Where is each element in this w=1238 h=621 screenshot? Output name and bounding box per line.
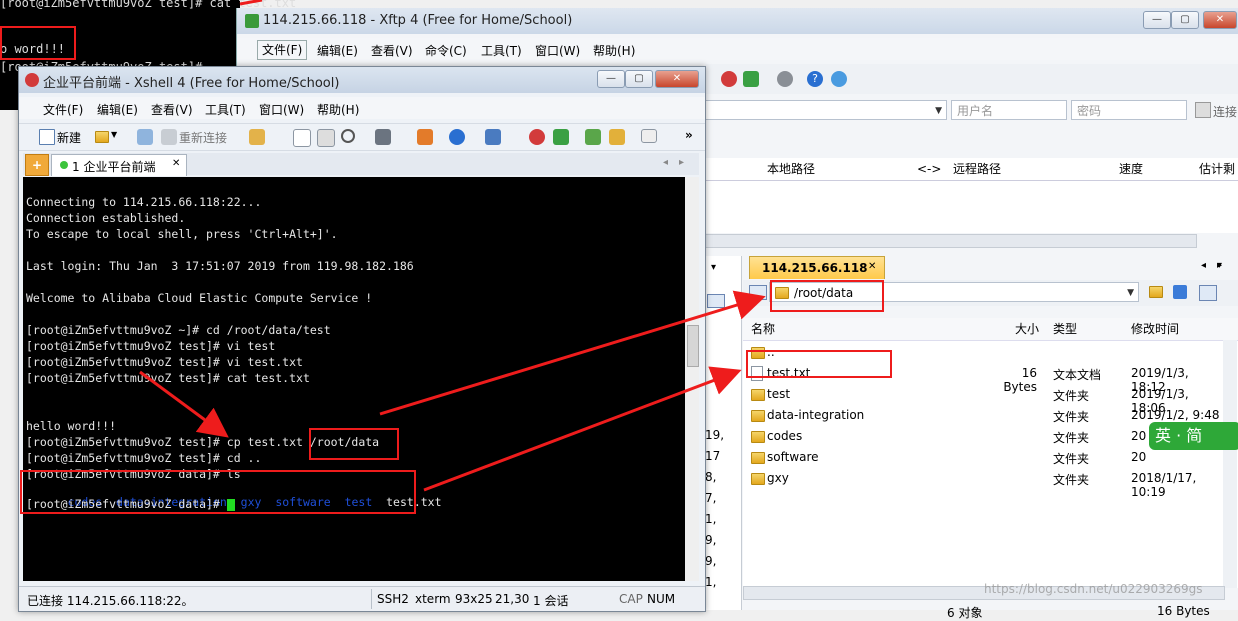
annotation-arrow [379, 290, 766, 416]
annotation-arrow [139, 370, 229, 438]
annotation-arrow [423, 366, 742, 492]
annotation-arrows [139, 0, 766, 492]
annotation-arrow [239, 0, 263, 6]
watermark: https://blog.csdn.net/u022903269gs [984, 582, 1203, 596]
